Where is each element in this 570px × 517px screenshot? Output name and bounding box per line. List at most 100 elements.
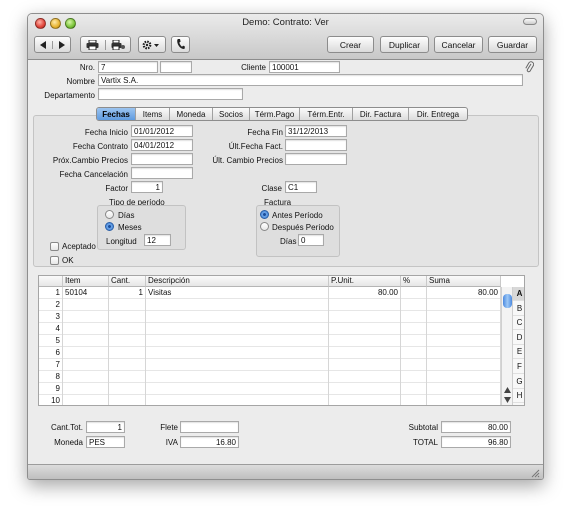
letter-index-e[interactable]: E bbox=[513, 345, 524, 360]
pct-cell[interactable] bbox=[401, 311, 427, 323]
toolbar-toggle-button[interactable] bbox=[523, 18, 537, 25]
table-row[interactable]: 6 bbox=[39, 347, 515, 359]
item-cell[interactable] bbox=[63, 335, 109, 347]
tab-socios[interactable]: Socios bbox=[213, 108, 250, 120]
suma-cell[interactable] bbox=[427, 395, 501, 405]
dias-radio[interactable] bbox=[105, 210, 114, 219]
flete-field[interactable] bbox=[180, 421, 239, 433]
table-row[interactable]: 7 bbox=[39, 359, 515, 371]
suma-cell[interactable]: 80.00 bbox=[427, 287, 501, 299]
ult-cambio-field[interactable] bbox=[285, 153, 347, 165]
punit-cell[interactable] bbox=[329, 383, 401, 395]
pct-cell[interactable] bbox=[401, 335, 427, 347]
meses-radio[interactable] bbox=[105, 222, 114, 231]
tab-items[interactable]: Items bbox=[136, 108, 170, 120]
suma-cell[interactable] bbox=[427, 335, 501, 347]
item-cell[interactable] bbox=[63, 395, 109, 405]
table-row[interactable]: 2 bbox=[39, 299, 515, 311]
suma-cell[interactable] bbox=[427, 383, 501, 395]
table-row[interactable]: 9 bbox=[39, 383, 515, 395]
suma-cell[interactable] bbox=[427, 371, 501, 383]
aceptado-checkbox[interactable] bbox=[50, 242, 59, 251]
punit-cell[interactable] bbox=[329, 311, 401, 323]
left-arrow-icon[interactable] bbox=[35, 40, 53, 49]
pct-cell[interactable] bbox=[401, 359, 427, 371]
item-cell[interactable] bbox=[63, 311, 109, 323]
suma-cell[interactable] bbox=[427, 359, 501, 371]
descripcion-cell[interactable] bbox=[146, 347, 329, 359]
descripcion-cell[interactable] bbox=[146, 335, 329, 347]
save-button[interactable]: Guardar bbox=[488, 36, 537, 53]
descripcion-cell[interactable] bbox=[146, 323, 329, 335]
cant-cell[interactable] bbox=[109, 347, 146, 359]
gear-dropdown-icon[interactable] bbox=[138, 36, 166, 53]
letter-index-g[interactable]: G bbox=[513, 375, 524, 389]
cant-cell[interactable] bbox=[109, 359, 146, 371]
descripcion-cell[interactable] bbox=[146, 311, 329, 323]
iva-field[interactable]: 16.80 bbox=[180, 436, 239, 448]
cant-cell[interactable] bbox=[109, 311, 146, 323]
printer-settings-icon[interactable] bbox=[106, 39, 130, 50]
grid-scroll-thumb[interactable] bbox=[503, 294, 512, 308]
cant-cell[interactable] bbox=[109, 299, 146, 311]
table-row[interactable]: 3 bbox=[39, 311, 515, 323]
letter-index-f[interactable]: F bbox=[513, 360, 524, 374]
cliente-field[interactable]: 100001 bbox=[269, 61, 340, 73]
moneda-field[interactable]: PES bbox=[86, 436, 125, 448]
scroll-down-icon[interactable] bbox=[504, 397, 511, 403]
table-row[interactable]: 1 50104 1 Visitas 80.00 80.00 bbox=[39, 287, 515, 299]
punit-cell[interactable] bbox=[329, 371, 401, 383]
paperclip-icon[interactable] bbox=[525, 61, 534, 73]
pct-cell[interactable] bbox=[401, 323, 427, 335]
despues-periodo-radio[interactable] bbox=[260, 222, 269, 231]
fecha-inicio-field[interactable]: 01/01/2012 bbox=[131, 125, 193, 137]
grid-scrollbar[interactable] bbox=[501, 287, 512, 405]
clase-field[interactable]: C1 bbox=[285, 181, 317, 193]
cant-cell[interactable] bbox=[109, 395, 146, 405]
item-cell[interactable] bbox=[63, 371, 109, 383]
cant-cell[interactable] bbox=[109, 371, 146, 383]
letter-index-a[interactable]: A bbox=[513, 287, 524, 301]
item-cell[interactable] bbox=[63, 347, 109, 359]
tab-dir-entrega[interactable]: Dir. Entrega bbox=[409, 108, 467, 120]
prox-cambio-field[interactable] bbox=[131, 153, 193, 165]
longitud-field[interactable]: 12 bbox=[144, 234, 171, 246]
suma-cell[interactable] bbox=[427, 299, 501, 311]
descripcion-cell[interactable] bbox=[146, 395, 329, 405]
punit-cell[interactable] bbox=[329, 359, 401, 371]
cancel-button[interactable]: Cancelar bbox=[434, 36, 483, 53]
resize-grip-icon[interactable] bbox=[530, 468, 540, 478]
tab-moneda[interactable]: Moneda bbox=[170, 108, 213, 120]
descripcion-cell[interactable] bbox=[146, 371, 329, 383]
descripcion-cell[interactable] bbox=[146, 299, 329, 311]
letter-index-b[interactable]: B bbox=[513, 302, 524, 316]
total-field[interactable]: 96.80 bbox=[441, 436, 511, 448]
descripcion-cell[interactable] bbox=[146, 383, 329, 395]
fecha-cancelacion-field[interactable] bbox=[131, 167, 193, 179]
dias-factura-field[interactable]: 0 bbox=[298, 234, 324, 246]
item-cell[interactable] bbox=[63, 359, 109, 371]
table-row[interactable]: 8 bbox=[39, 371, 515, 383]
create-button[interactable]: Crear bbox=[327, 36, 374, 53]
tab-term-entr[interactable]: Térm.Entr. bbox=[300, 108, 353, 120]
pct-cell[interactable] bbox=[401, 287, 427, 299]
punit-cell[interactable] bbox=[329, 335, 401, 347]
suma-cell[interactable] bbox=[427, 347, 501, 359]
nombre-field[interactable]: Vartix S.A. bbox=[98, 74, 523, 86]
departamento-field[interactable] bbox=[98, 88, 243, 100]
punit-cell[interactable] bbox=[329, 299, 401, 311]
tab-dir-factura[interactable]: Dir. Factura bbox=[353, 108, 409, 120]
table-row[interactable]: 10 bbox=[39, 395, 515, 405]
ok-checkbox[interactable] bbox=[50, 256, 59, 265]
duplicate-button[interactable]: Duplicar bbox=[380, 36, 429, 53]
antes-periodo-radio[interactable] bbox=[260, 210, 269, 219]
cant-cell[interactable]: 1 bbox=[109, 287, 146, 299]
letter-index-c[interactable]: C bbox=[513, 316, 524, 331]
table-row[interactable]: 4 bbox=[39, 323, 515, 335]
item-cell[interactable] bbox=[63, 323, 109, 335]
table-row[interactable]: 5 bbox=[39, 335, 515, 347]
nro-field[interactable]: 7 bbox=[98, 61, 158, 73]
item-cell[interactable] bbox=[63, 299, 109, 311]
tab-fechas[interactable]: Fechas bbox=[97, 108, 136, 120]
punit-cell[interactable] bbox=[329, 347, 401, 359]
